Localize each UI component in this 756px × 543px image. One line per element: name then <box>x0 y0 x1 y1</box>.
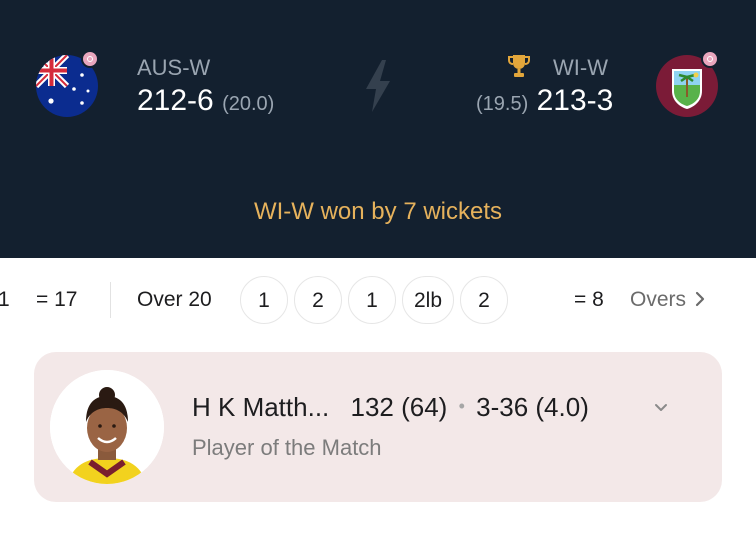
match-header: AUS-W 212-6 (20.0) WI-W (19.5) 213-3 WI-… <box>0 0 756 258</box>
team2-overs: (19.5) <box>476 93 529 115</box>
team1-overs: (20.0) <box>222 93 275 115</box>
bowling-figures: 3-36 (4.0) <box>476 392 589 422</box>
prev-over-ball: 1 <box>0 288 10 311</box>
stat-separator: • <box>458 396 465 416</box>
match-result: WI-W won by 7 wickets <box>253 198 503 225</box>
over-strip[interactable]: 1 = 17 Over 20 1 2 1 2lb 2 = 8 Overs <box>0 272 756 328</box>
team2-score-line: (19.5) 213-3 <box>476 84 613 118</box>
potm-stats: H K Matth... 132 (64) • 3-36 (4.0) <box>192 392 589 423</box>
over-total: = 8 <box>574 288 604 311</box>
overs-link[interactable]: Overs <box>630 272 706 328</box>
lightning-bolt-icon <box>366 60 390 112</box>
womens-badge-icon <box>701 50 719 68</box>
player-avatar <box>50 370 164 484</box>
womens-badge-icon <box>81 50 99 68</box>
trophy-icon <box>508 55 530 77</box>
player-of-match-card[interactable]: H K Matth... 132 (64) • 3-36 (4.0) Playe… <box>34 352 722 502</box>
ball-pill[interactable]: 1 <box>348 276 396 324</box>
chevron-down-icon[interactable] <box>652 399 670 417</box>
potm-label: Player of the Match <box>192 435 382 460</box>
prev-over-total: = 17 <box>36 288 78 311</box>
ball-pill[interactable]: 2 <box>294 276 342 324</box>
strip-divider <box>110 282 111 318</box>
team1-name: AUS-W <box>137 55 211 80</box>
ball-pill[interactable]: 1 <box>240 276 288 324</box>
chevron-right-icon <box>695 291 704 307</box>
batting-figures: 132 (64) <box>350 392 448 422</box>
team2-name: WI-W <box>553 55 608 80</box>
team1-score: 212-6 <box>137 84 214 117</box>
team1-score-line: 212-6 (20.0) <box>137 84 274 118</box>
player-name: H K Matth... <box>192 392 330 422</box>
team2-score: 213-3 <box>536 84 614 117</box>
ball-pill[interactable]: 2lb <box>402 276 454 324</box>
over-label: Over 20 <box>137 288 212 311</box>
ball-pill[interactable]: 2 <box>460 276 508 324</box>
overs-link-label: Overs <box>630 288 687 311</box>
